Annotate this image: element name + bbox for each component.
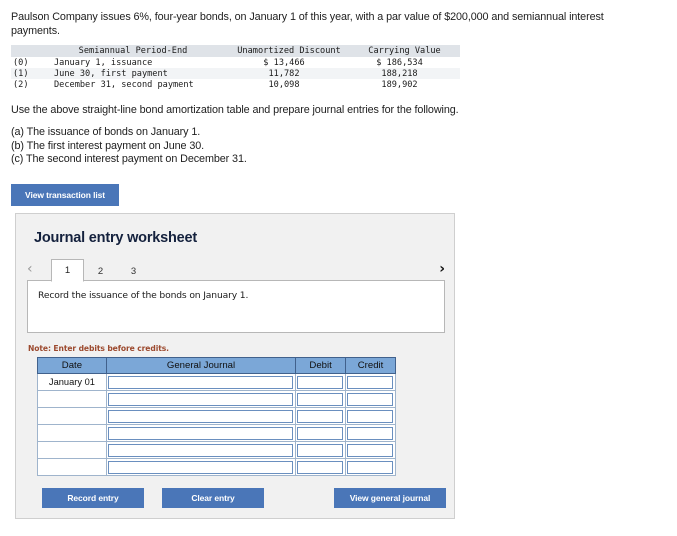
table-row — [37, 424, 396, 442]
journal-account-cell[interactable] — [105, 390, 297, 408]
journal-header-row: Date General Journal Debit Credit — [37, 357, 396, 374]
table-row: (0) January 1, issuance $ 13,466 $ 186,5… — [11, 57, 460, 68]
journal-credit-input[interactable] — [347, 460, 393, 474]
journal-debit-input[interactable] — [297, 392, 344, 406]
table-row — [37, 390, 396, 408]
journal-account-input[interactable] — [107, 460, 294, 474]
view-general-journal-button[interactable]: View general journal — [334, 488, 446, 508]
panel-title: Journal entry worksheet — [34, 230, 198, 246]
journal-header-credit: Credit — [345, 357, 396, 374]
clear-entry-button[interactable]: Clear entry — [162, 488, 264, 508]
journal-account-cell[interactable] — [105, 441, 297, 459]
journal-date-cell[interactable] — [37, 407, 107, 425]
tab-entry-2[interactable]: 2 — [84, 259, 117, 282]
journal-account-cell[interactable] — [105, 407, 297, 425]
general-journal-table: Date General Journal Debit Credit Januar… — [37, 357, 396, 476]
journal-credit-input[interactable] — [347, 426, 393, 440]
chevron-right-icon[interactable]: › — [439, 261, 445, 277]
row-period: December 31, second payment — [54, 79, 194, 90]
journal-account-input[interactable] — [107, 375, 294, 389]
debits-before-credits-note: Note: Enter debits before credits. — [28, 344, 169, 353]
journal-credit-cell[interactable] — [345, 407, 396, 425]
journal-account-input[interactable] — [107, 409, 294, 423]
row-discount: $ 13,466 — [263, 57, 305, 68]
chevron-left-icon[interactable]: ‹ — [27, 261, 33, 277]
entry-prompt-box: Record the issuance of the bonds on Janu… — [27, 280, 445, 333]
requirement-b: (b) The first interest payment on June 3… — [11, 139, 205, 152]
journal-credit-input[interactable] — [347, 409, 393, 423]
row-discount: 10,098 — [268, 79, 300, 90]
journal-credit-input[interactable] — [347, 443, 393, 457]
journal-debit-input[interactable] — [297, 426, 344, 440]
table-row: (1) June 30, first payment 11,782 188,21… — [11, 68, 460, 79]
journal-date-cell[interactable]: January 01 — [37, 373, 107, 391]
journal-debit-cell[interactable] — [295, 424, 347, 442]
tab-entry-1[interactable]: 1 — [51, 259, 84, 282]
journal-debit-cell[interactable] — [295, 441, 347, 459]
journal-credit-cell[interactable] — [345, 424, 396, 442]
row-discount: 11,782 — [268, 68, 300, 79]
worksheet-tabstrip: ‹ 1 2 3 › — [27, 258, 445, 282]
journal-credit-cell[interactable] — [345, 458, 396, 476]
record-entry-button[interactable]: Record entry — [42, 488, 144, 508]
journal-header-general-journal: General Journal — [105, 357, 297, 374]
journal-header-debit: Debit — [295, 357, 347, 374]
journal-debit-input[interactable] — [297, 443, 344, 457]
journal-account-input[interactable] — [107, 443, 294, 457]
amortization-header-carrying: Carrying Value — [349, 45, 460, 57]
journal-account-cell[interactable] — [105, 373, 297, 391]
journal-account-input[interactable] — [107, 426, 294, 440]
journal-debit-cell[interactable] — [295, 407, 347, 425]
view-transaction-list-button[interactable]: View transaction list — [11, 184, 119, 206]
amortization-table: Semiannual Period-End Unamortized Discou… — [11, 45, 460, 90]
table-row — [37, 458, 396, 476]
requirement-a: (a) The issuance of bonds on January 1. — [11, 126, 201, 138]
row-period: June 30, first payment — [54, 68, 168, 79]
table-row: (2) December 31, second payment 10,098 1… — [11, 79, 460, 90]
row-index: (0) — [13, 57, 29, 68]
tab-entry-3[interactable]: 3 — [117, 259, 150, 282]
journal-header-date: Date — [37, 357, 107, 374]
journal-date-cell[interactable] — [37, 424, 107, 442]
journal-credit-cell[interactable] — [345, 441, 396, 459]
journal-date-cell[interactable] — [37, 390, 107, 408]
journal-debit-input[interactable] — [297, 409, 344, 423]
journal-credit-cell[interactable] — [345, 390, 396, 408]
amortization-header-period: Semiannual Period-End — [37, 45, 229, 57]
journal-debit-input[interactable] — [297, 460, 344, 474]
row-carrying: $ 186,534 — [376, 57, 423, 68]
requirement-c: (c) The second interest payment on Decem… — [11, 153, 247, 165]
journal-account-cell[interactable] — [105, 458, 297, 476]
table-row: January 01 — [37, 373, 396, 391]
row-index: (2) — [13, 79, 29, 90]
journal-credit-cell[interactable] — [345, 373, 396, 391]
journal-debit-cell[interactable] — [295, 390, 347, 408]
worksheet-tabs: 1 2 3 — [51, 258, 150, 282]
entry-prompt-text: Record the issuance of the bonds on Janu… — [38, 290, 249, 301]
table-row — [37, 441, 396, 459]
journal-date-cell[interactable] — [37, 458, 107, 476]
journal-debit-cell[interactable] — [295, 373, 347, 391]
amortization-header-index — [11, 45, 37, 57]
amortization-header-row: Semiannual Period-End Unamortized Discou… — [11, 45, 460, 57]
journal-debit-input[interactable] — [297, 375, 344, 389]
problem-intro: Paulson Company issues 6%, four-year bon… — [11, 11, 604, 37]
journal-account-input[interactable] — [107, 392, 294, 406]
problem-instruction: Use the above straight-line bond amortiz… — [11, 104, 459, 116]
journal-credit-input[interactable] — [347, 375, 393, 389]
journal-debit-cell[interactable] — [295, 458, 347, 476]
row-carrying: 189,902 — [381, 79, 418, 90]
journal-credit-input[interactable] — [347, 392, 393, 406]
journal-entry-worksheet-panel: Journal entry worksheet ‹ 1 2 3 › Record… — [15, 213, 455, 519]
problem-requirements: (a) The issuance of bonds on January 1. … — [11, 126, 247, 167]
amortization-header-discount: Unamortized Discount — [229, 45, 349, 57]
row-carrying: 188,218 — [381, 68, 418, 79]
journal-date-cell[interactable] — [37, 441, 107, 459]
row-index: (1) — [13, 68, 29, 79]
journal-account-cell[interactable] — [105, 424, 297, 442]
table-row — [37, 407, 396, 425]
row-period: January 1, issuance — [54, 57, 153, 68]
